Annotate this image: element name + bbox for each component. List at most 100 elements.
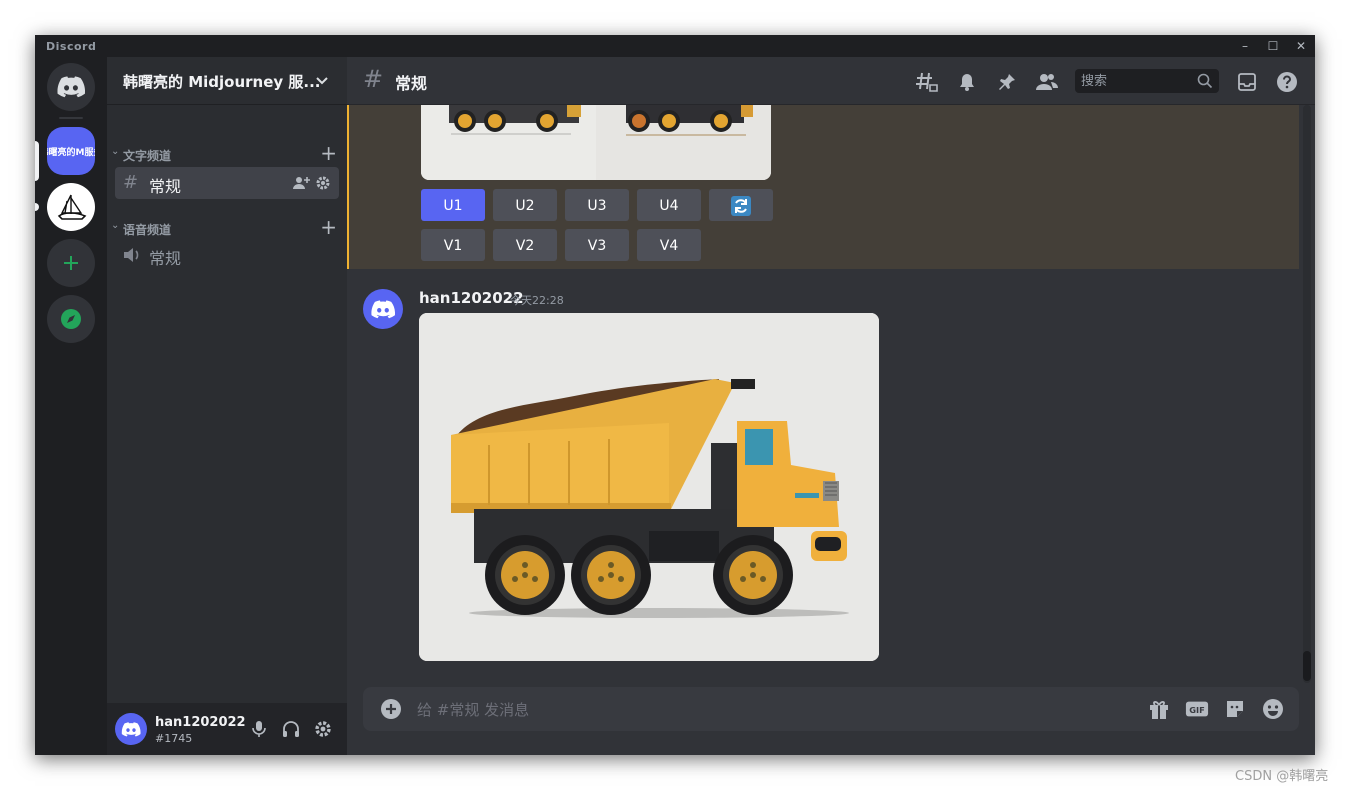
server-hanshuliang[interactable]: 韩曙亮的M服务 — [47, 127, 95, 175]
category-label: 文字频道 — [123, 149, 172, 163]
channel-sidebar: 韩曙亮的 Midjourney 服... ⌄ 文字频道 + # 常规 ⌄ 语音频… — [107, 57, 347, 755]
upscale-2-button[interactable]: U2 — [493, 189, 557, 221]
pin-icon — [999, 74, 1015, 90]
emoji-icon — [1263, 699, 1283, 719]
minimize-button[interactable]: – — [1231, 35, 1259, 57]
gif-icon: GIF — [1185, 701, 1209, 717]
hash-icon: # — [363, 65, 384, 93]
message-input[interactable] — [415, 687, 1119, 733]
unread-indicator — [35, 203, 39, 211]
threads-icon — [916, 72, 938, 92]
message-author[interactable]: han1202022 — [419, 289, 524, 307]
message-timestamp: 今天22:28 — [510, 294, 564, 307]
variation-3-button[interactable]: V3 — [565, 229, 629, 261]
guild-header[interactable]: 韩曙亮的 Midjourney 服... — [107, 57, 347, 105]
app-brand: Discord — [46, 40, 97, 53]
chevron-down-icon — [316, 77, 328, 85]
explore-servers-button[interactable] — [47, 295, 95, 343]
microphone-icon — [252, 721, 266, 737]
home-button[interactable] — [47, 63, 95, 111]
watermark: CSDN @韩曙亮 — [1235, 769, 1329, 784]
add-server-button[interactable] — [47, 239, 95, 287]
channel-header: # 常规 — [347, 57, 1315, 105]
refresh-icon — [731, 196, 751, 216]
inbox-button[interactable] — [1235, 70, 1259, 94]
caret-icon: ⌄ — [111, 146, 120, 157]
inbox-icon — [1238, 73, 1256, 91]
invite-user-icon[interactable] — [293, 175, 311, 191]
guild-name: 韩曙亮的 Midjourney 服... — [123, 73, 321, 91]
upscale-3-button[interactable]: U3 — [565, 189, 629, 221]
gift-icon — [1150, 701, 1168, 719]
notifications-button[interactable] — [955, 70, 979, 94]
settings-gear-icon[interactable] — [315, 175, 331, 191]
plus-icon — [64, 256, 78, 270]
svg-text:GIF: GIF — [1189, 705, 1205, 715]
chat-scrollbar[interactable] — [1303, 105, 1311, 683]
discord-logo-icon — [371, 299, 395, 318]
main-chat: # 常规 搜索 U1 U2 U3 U4 V1 V2 V3 V4 han12020… — [347, 57, 1315, 755]
maximize-button[interactable]: ☐ — [1259, 35, 1287, 57]
search-icon — [1197, 73, 1213, 89]
help-button[interactable] — [1275, 70, 1299, 94]
truck-grid-thumbnail — [421, 105, 771, 180]
threads-button[interactable] — [915, 70, 939, 94]
category-label: 语音频道 — [123, 223, 172, 237]
gif-button[interactable]: GIF — [1185, 697, 1209, 721]
caret-icon: ⌄ — [111, 220, 120, 231]
dump-truck-image[interactable] — [419, 313, 879, 661]
compass-icon — [61, 309, 81, 329]
channel-name: 常规 — [149, 249, 182, 268]
channel-item-general[interactable]: # 常规 — [115, 167, 339, 199]
dump-truck-illustration — [419, 313, 879, 661]
channel-name: 常规 — [149, 177, 182, 196]
discord-logo-icon — [57, 76, 85, 98]
create-channel-button[interactable]: + — [320, 215, 337, 239]
reroll-button[interactable] — [709, 189, 773, 221]
avatar[interactable] — [115, 713, 147, 745]
channel-title: 常规 — [395, 74, 428, 93]
emoji-button[interactable] — [1261, 697, 1285, 721]
sticker-button[interactable] — [1223, 697, 1247, 721]
help-icon — [1277, 72, 1297, 92]
bell-icon — [960, 74, 974, 91]
variation-4-button[interactable]: V4 — [637, 229, 701, 261]
voice-channels-category[interactable]: ⌄ 语音频道 + — [111, 215, 343, 239]
mute-microphone-button[interactable] — [249, 719, 269, 739]
variation-2-button[interactable]: V2 — [493, 229, 557, 261]
upscale-4-button[interactable]: U4 — [637, 189, 701, 221]
deafen-button[interactable] — [281, 719, 301, 739]
upscale-1-button[interactable]: U1 — [421, 189, 485, 221]
gift-button[interactable] — [1147, 697, 1171, 721]
username: han1202022 — [155, 715, 246, 730]
rail-separator — [59, 117, 83, 119]
create-channel-button[interactable]: + — [320, 141, 337, 165]
member-list-button[interactable] — [1035, 70, 1059, 94]
speaker-icon — [124, 248, 139, 262]
text-channels-category[interactable]: ⌄ 文字频道 + — [111, 141, 343, 165]
message-composer: GIF — [363, 687, 1299, 733]
previous-message-highlight: U1 U2 U3 U4 V1 V2 V3 V4 — [347, 105, 1299, 269]
variation-1-button[interactable]: V1 — [421, 229, 485, 261]
pinned-messages-button[interactable] — [995, 70, 1019, 94]
title-bar: Discord – ☐ ✕ — [35, 35, 1315, 57]
voice-channel-general[interactable]: 常规 — [115, 239, 339, 271]
members-icon — [1036, 74, 1058, 90]
attach-plus-icon[interactable] — [379, 697, 403, 721]
user-settings-button[interactable] — [313, 719, 333, 739]
discord-window: Discord – ☐ ✕ 韩曙亮的M服务 — [35, 35, 1315, 755]
user-panel: han1202022 #1745 — [107, 703, 347, 755]
scrollbar-thumb[interactable] — [1303, 651, 1311, 681]
sticker-icon — [1227, 701, 1243, 717]
grid-preview-image[interactable] — [421, 105, 771, 180]
avatar[interactable] — [363, 289, 403, 329]
user-tag: #1745 — [155, 732, 193, 745]
hash-icon: # — [123, 172, 139, 193]
gear-icon — [315, 721, 331, 737]
active-server-indicator — [35, 141, 39, 181]
midjourney-boat-icon — [57, 194, 87, 220]
discord-logo-icon — [121, 721, 141, 736]
server-midjourney[interactable] — [47, 183, 95, 231]
server-rail: 韩曙亮的M服务 — [35, 57, 107, 755]
close-button[interactable]: ✕ — [1287, 35, 1315, 57]
